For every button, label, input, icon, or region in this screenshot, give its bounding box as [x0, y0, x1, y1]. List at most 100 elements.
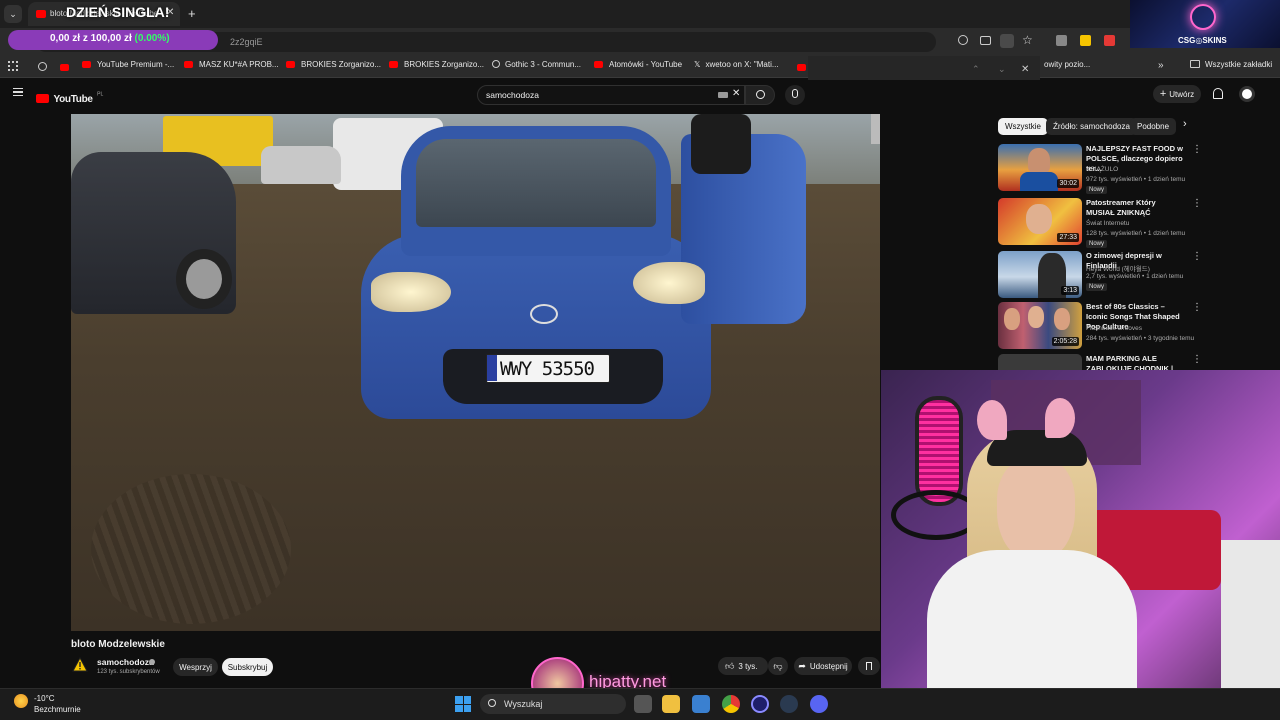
install-app-icon[interactable]	[1000, 34, 1014, 48]
bookmark-label: MASZ KU*#A PROB...	[199, 60, 279, 69]
webcam-overlay	[881, 370, 1280, 720]
file-explorer-icon[interactable]	[662, 695, 680, 713]
bookmark-item[interactable]: YouTube Premium -...	[82, 60, 174, 69]
search-icon	[488, 699, 496, 707]
recommendation-title[interactable]: Patostreamer Który MUSIAŁ ZNIKNĄĆ	[1086, 198, 1186, 218]
more-options-icon[interactable]: ⋮	[1192, 144, 1202, 155]
license-plate: WWY 53550	[486, 354, 610, 383]
voice-search-button[interactable]	[785, 85, 805, 105]
youtube-icon	[60, 64, 69, 71]
bookmark-item[interactable]: Atomówki - YouTube	[594, 60, 682, 69]
youtube-icon	[797, 64, 806, 71]
new-tab-button[interactable]: +	[188, 6, 196, 21]
close-icon[interactable]: ✕	[1021, 64, 1029, 75]
bookmark-item[interactable]: Gothic 3 - Commun...	[492, 60, 581, 69]
bell-icon[interactable]	[1213, 88, 1223, 99]
recommendation-channel[interactable]: Flashback Grooves	[1086, 325, 1142, 332]
bookmark-label: Atomówki - YouTube	[609, 60, 683, 69]
plate-text: WWY 53550	[500, 358, 595, 380]
video-thumbnail[interactable]	[998, 354, 1082, 370]
share-label: Udostępnij	[809, 661, 848, 671]
dislike-button[interactable]: 👎︎	[768, 657, 788, 675]
duration-badge: 3:13	[1061, 286, 1079, 295]
bookmark-item[interactable]: 𝕏xwetoo on X: "Mati...	[694, 60, 779, 69]
create-button[interactable]: + Utwórz	[1153, 85, 1201, 103]
menu-icon-middle	[13, 91, 23, 93]
recommendation-item[interactable]: 3:13 O zimowej depresji w Finlandii Heya…	[998, 251, 1280, 301]
recommendation-channel[interactable]: KSIĄŻULO	[1086, 166, 1118, 173]
avatar[interactable]	[1239, 86, 1255, 102]
all-bookmarks-button[interactable]: Wszystkie zakładki	[1190, 60, 1272, 69]
more-options-icon[interactable]: ⋮	[1192, 198, 1202, 209]
thumbs-up-icon: 👍︎	[725, 660, 735, 671]
recommendation-title[interactable]: MAM PARKING ALE ZABLOKUJE CHODNIK | ODC.…	[1086, 354, 1186, 370]
chevron-up-icon[interactable]: ⌃	[972, 64, 980, 75]
save-button[interactable]	[858, 657, 880, 675]
taskbar-search[interactable]: Wyszukaj	[480, 694, 626, 714]
bookmark-item[interactable]: BROKIES Zorganizo...	[286, 60, 381, 69]
bookmark-item[interactable]: BROKIES Zorganizo...	[389, 60, 484, 69]
chip-related[interactable]: Podobne	[1130, 118, 1177, 135]
bookmark-icon	[866, 662, 872, 670]
windows-start-icon[interactable]	[455, 696, 471, 712]
youtube-logo[interactable]: YouTube PL	[36, 89, 103, 107]
discord-icon[interactable]	[810, 695, 828, 713]
recommendation-channel[interactable]: Heya World (헤야월드)	[1086, 263, 1150, 273]
parked-cars-right	[871, 114, 880, 144]
search-button[interactable]	[745, 85, 775, 105]
cast-icon[interactable]	[980, 36, 991, 45]
zoom-icon[interactable]	[958, 35, 968, 45]
temperature[interactable]: -10°C	[34, 694, 55, 703]
weather-icon[interactable]	[14, 694, 28, 708]
youtube-icon	[82, 61, 91, 68]
channel-name[interactable]: samochodoza	[97, 657, 154, 667]
youtube-icon	[36, 10, 46, 18]
video-thumbnail[interactable]: 27:33	[998, 198, 1082, 245]
new-badge: Nowy	[1086, 240, 1108, 248]
extension-icon[interactable]	[1104, 35, 1115, 46]
search-icon	[756, 90, 765, 99]
more-options-icon[interactable]: ⋮	[1192, 302, 1202, 313]
bookmark-item[interactable]: owity pozio...	[1044, 60, 1090, 69]
tab-search-button[interactable]: ⌄	[4, 5, 22, 23]
search-input[interactable]: samochodoza ✕	[477, 85, 745, 105]
share-button[interactable]: ➦ Udostępnij	[794, 657, 852, 675]
url-text: 2z2gqiE	[230, 37, 263, 47]
weather-status: Bezchmurnie	[34, 705, 81, 714]
chevron-right-icon[interactable]: »	[1158, 60, 1164, 71]
star-icon[interactable]: ☆	[1022, 33, 1033, 47]
subscribe-button[interactable]: Subskrybuj	[222, 658, 273, 676]
chevron-right-icon[interactable]: ›	[1183, 118, 1187, 130]
steam-icon[interactable]	[780, 695, 798, 713]
more-options-icon[interactable]: ⋮	[1192, 251, 1202, 262]
apps-icon[interactable]	[8, 61, 18, 71]
chrome-icon[interactable]	[722, 695, 740, 713]
channel-avatar[interactable]	[72, 656, 88, 673]
support-button[interactable]: Wesprzyj	[173, 658, 218, 676]
recommendation-item[interactable]: 30:02 NAJLEPSZY FAST FOOD w POLSCE, dlac…	[998, 144, 1280, 194]
recommendation-item[interactable]: MAM PARKING ALE ZABLOKUJE CHODNIK | ODC.…	[998, 354, 1280, 370]
bookmark-item[interactable]: MASZ KU*#A PROB...	[184, 60, 279, 69]
extension-icon[interactable]	[1080, 35, 1091, 46]
task-view-icon[interactable]	[634, 695, 652, 713]
plus-icon: +	[1159, 88, 1167, 100]
extension-icon[interactable]	[1056, 35, 1067, 46]
like-button[interactable]: 👍︎ 3 tys.	[718, 657, 768, 675]
recommendation-item[interactable]: 2:05:28 Best of 80s Classics – Iconic So…	[998, 302, 1280, 352]
keyboard-icon[interactable]	[718, 92, 728, 98]
thumbs-down-icon: 👎︎	[773, 660, 783, 671]
video-thumbnail[interactable]: 3:13	[998, 251, 1082, 298]
video-thumbnail[interactable]: 2:05:28	[998, 302, 1082, 349]
chip-all[interactable]: Wszystkie	[998, 118, 1048, 135]
video-player[interactable]: WWY 53550	[71, 114, 880, 631]
more-options-icon[interactable]: ⋮	[1192, 354, 1202, 365]
chip-source[interactable]: Źródło: samochodoza	[1046, 118, 1137, 135]
video-thumbnail[interactable]: 30:02	[998, 144, 1082, 191]
app-icon[interactable]	[751, 695, 769, 713]
recommendation-channel[interactable]: Świat Internetu	[1086, 220, 1129, 227]
x-icon: 𝕏	[694, 60, 701, 69]
recommendation-item[interactable]: 27:33 Patostreamer Który MUSIAŁ ZNIKNĄĆ …	[998, 198, 1280, 248]
store-icon[interactable]	[692, 695, 710, 713]
clear-search-icon[interactable]: ✕	[732, 88, 740, 99]
chevron-down-icon[interactable]: ⌄	[998, 64, 1006, 75]
